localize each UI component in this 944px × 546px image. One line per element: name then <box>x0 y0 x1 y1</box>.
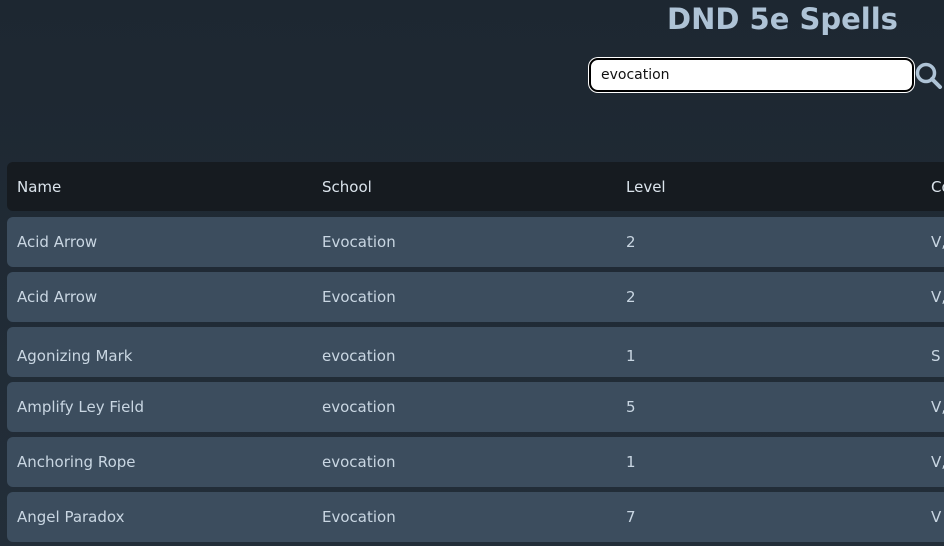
table-row[interactable]: Angel Paradox Evocation 7 V <box>7 492 944 542</box>
table-row[interactable]: Anchoring Rope evocation 1 V, <box>7 437 944 487</box>
cell-components: V, <box>931 398 944 416</box>
page-title-text: DND 5e Spells <box>667 2 898 36</box>
cell-components: S <box>931 347 941 365</box>
cell-name: Acid Arrow <box>17 288 98 306</box>
column-header-school[interactable]: School <box>322 162 372 211</box>
column-header-level[interactable]: Level <box>626 162 666 211</box>
table-row[interactable]: Agonizing Mark evocation 1 S <box>7 327 944 377</box>
column-header-components[interactable]: Co <box>931 162 944 211</box>
cell-school: Evocation <box>322 508 396 526</box>
cell-school: evocation <box>322 453 396 471</box>
cell-level: 2 <box>626 288 636 306</box>
cell-school: Evocation <box>322 288 396 306</box>
cell-components: V, <box>931 288 944 306</box>
cell-school: Evocation <box>322 233 396 251</box>
page: DND 5e Spells Name School Level Co Acid … <box>0 0 944 546</box>
cell-components: V <box>931 508 942 526</box>
cell-name: Amplify Ley Field <box>17 398 144 416</box>
cell-components: V, <box>931 453 944 471</box>
cell-components: V, <box>931 233 944 251</box>
cell-name: Agonizing Mark <box>17 347 133 365</box>
cell-school: evocation <box>322 347 396 365</box>
table-header-row: Name School Level Co <box>7 162 944 211</box>
search-input[interactable] <box>601 60 901 90</box>
table-row[interactable]: Amplify Ley Field evocation 5 V, <box>7 382 944 432</box>
cell-school: evocation <box>322 398 396 416</box>
cell-name: Acid Arrow <box>17 233 98 251</box>
table-row[interactable]: Acid Arrow Evocation 2 V, <box>7 272 944 322</box>
cell-level: 1 <box>626 453 636 471</box>
column-header-name[interactable]: Name <box>17 162 61 211</box>
cell-name: Angel Paradox <box>17 508 125 526</box>
cell-level: 2 <box>626 233 636 251</box>
search-icon[interactable] <box>914 61 944 89</box>
cell-level: 7 <box>626 508 636 526</box>
cell-level: 5 <box>626 398 636 416</box>
search-box[interactable] <box>589 58 914 92</box>
cell-level: 1 <box>626 347 636 365</box>
spells-table: Name School Level Co Acid Arrow Evocatio… <box>7 162 944 546</box>
cell-name: Anchoring Rope <box>17 453 136 471</box>
table-row[interactable]: Acid Arrow Evocation 2 V, <box>7 217 944 267</box>
